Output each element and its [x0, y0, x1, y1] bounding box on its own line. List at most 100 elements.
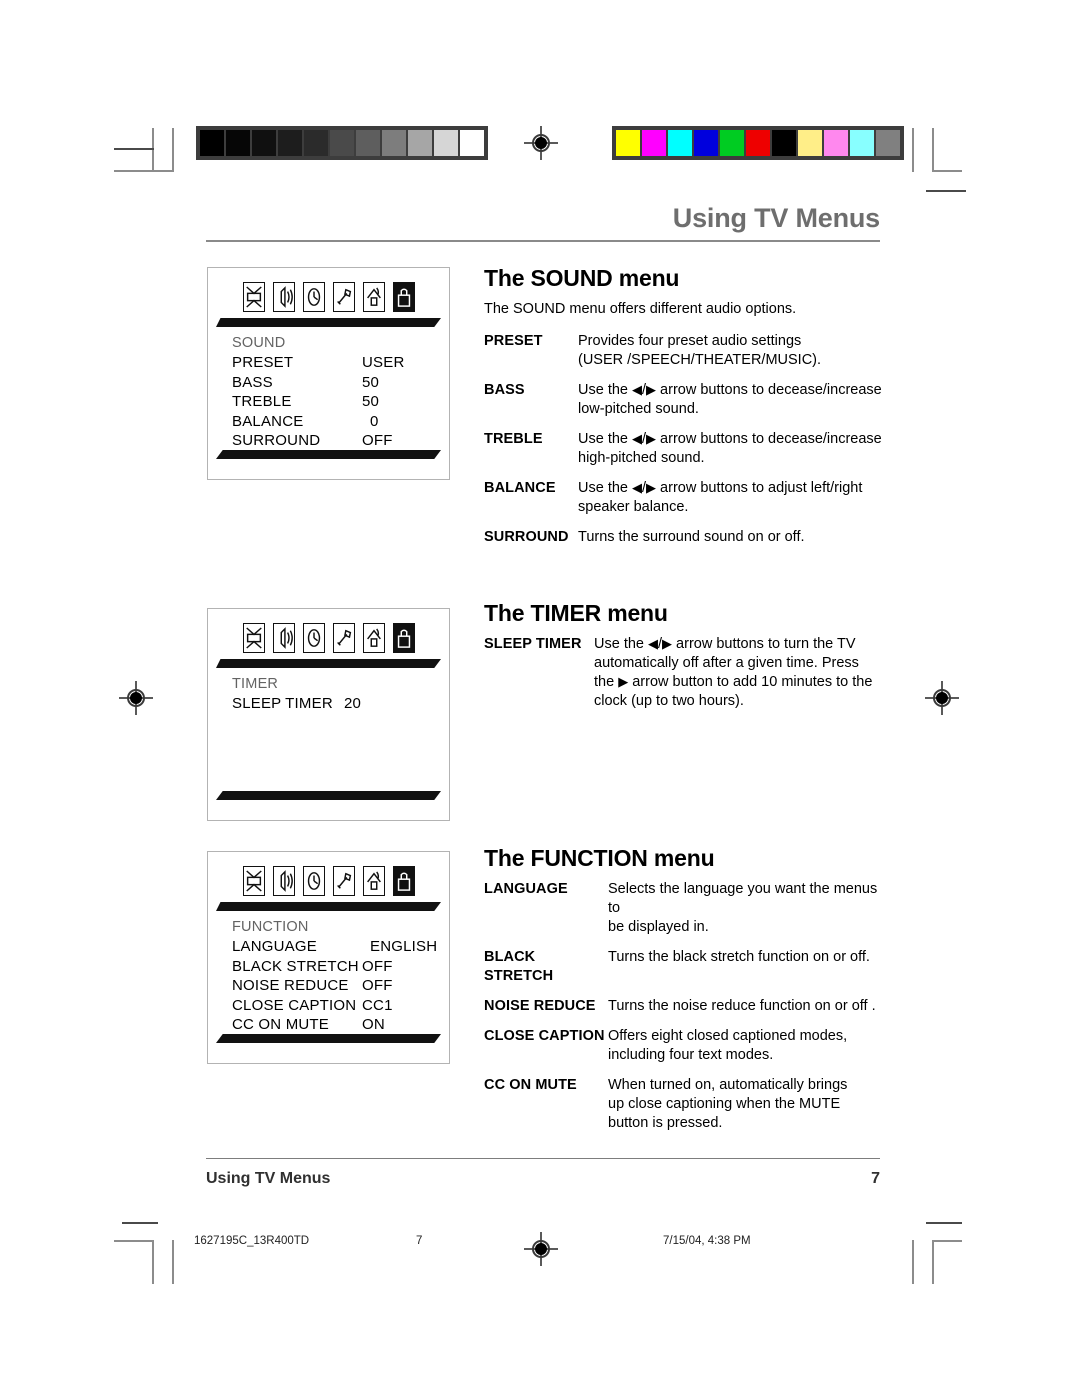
timer-clock-icon[interactable]	[302, 866, 325, 896]
arrow-right-icon: ▶	[662, 636, 673, 652]
calibration-swatch-9	[434, 130, 458, 156]
definition-prefix: Use the	[578, 382, 632, 399]
osd-row: PRESET USER	[232, 353, 449, 373]
definition-suffix: arrow buttons to turn the TV	[672, 636, 856, 653]
definition-line: low-pitched sound.	[578, 401, 699, 418]
footer-line: Using TV Menus 7	[206, 1170, 880, 1188]
osd-row: SURROUND OFF	[232, 431, 449, 451]
calibration-swatch-6	[772, 130, 796, 156]
calibration-swatch-8	[824, 130, 848, 156]
function-description: The FUNCTION menu LANGUAGE Selects the l…	[484, 845, 884, 1144]
definition-text: Provides four preset audio settings (USE…	[578, 332, 884, 370]
sound-osd-list: SOUND PRESET USER BASS 50 TREBLE 50 BALANCE…	[208, 327, 449, 451]
calibration-swatch-6	[356, 130, 380, 156]
definition-term: CC ON MUTE	[484, 1077, 577, 1094]
definition-item: BLACK STRETCH Turns the black stretch fu…	[484, 948, 884, 986]
definition-item: SLEEP TIMER Use the ◀/▶ arrow buttons to…	[484, 635, 884, 711]
definition-line: high-pitched sound.	[578, 450, 705, 467]
calibration-swatch-10	[876, 130, 900, 156]
osd-row: CC ON MUTE ON	[232, 1015, 449, 1035]
osd-row-value: CC1	[362, 996, 393, 1014]
crop-mark-bottom-right-bar	[926, 1222, 962, 1224]
osd-row-value: USER	[362, 354, 405, 371]
definition-item: SURROUND Turns the surround sound on or …	[484, 528, 884, 547]
definition-line: (USER /SPEECH/THEATER/MUSIC).	[578, 352, 822, 369]
osd-bottom-bar	[216, 450, 441, 459]
definition-item: CLOSE CAPTION Offers eight closed captio…	[484, 1027, 884, 1065]
calibration-swatch-7	[382, 130, 406, 156]
sound-speaker-icon[interactable]	[272, 623, 295, 653]
timer-clock-icon[interactable]	[302, 282, 325, 312]
channel-antenna-icon[interactable]	[362, 282, 385, 312]
sound-speaker-icon[interactable]	[272, 866, 295, 896]
definition-text: Use the ◀/▶ arrow buttons to turn the TV…	[594, 635, 884, 711]
function-heading: The FUNCTION menu	[484, 845, 715, 871]
calibration-swatch-1	[226, 130, 250, 156]
grayscale-calibration-bar	[196, 126, 488, 160]
osd-row-label: PRESET	[232, 354, 294, 371]
channel-antenna-icon[interactable]	[362, 623, 385, 653]
page-header: Using TV Menus	[206, 205, 880, 242]
arrow-right-icon: ▶	[646, 431, 657, 447]
arrow-left-icon: ◀	[648, 636, 658, 652]
calibration-swatch-0	[200, 130, 224, 156]
calibration-swatch-4	[720, 130, 744, 156]
timer-description: The TIMER menu SLEEP TIMER Use the ◀/▶ a…	[484, 600, 884, 722]
print-doc-id: 1627195C_13R400TD	[194, 1235, 310, 1247]
osd-row: BLACK STRETCH OFF	[232, 957, 449, 977]
channel-antenna-icon[interactable]	[362, 866, 385, 896]
crop-mark-bottom-left-bar	[122, 1222, 158, 1224]
timer-clock-icon[interactable]	[302, 623, 325, 653]
osd-row: TREBLE 50	[232, 392, 449, 412]
setup-wrench-icon[interactable]	[332, 623, 355, 653]
setup-wrench-icon[interactable]	[332, 282, 355, 312]
picture-tv-icon[interactable]	[242, 623, 265, 653]
osd-row-label: SLEEP TIMER	[232, 695, 333, 712]
definition-line: Use the ◀/▶ arrow buttons to turn the TV	[594, 636, 856, 652]
timer-osd-preview: TIMER SLEEP TIMER 20	[207, 608, 450, 821]
registration-mark-top-center	[524, 126, 558, 160]
osd-row-label: SURROUND	[232, 432, 321, 449]
picture-tv-icon[interactable]	[242, 282, 265, 312]
osd-row-value: 20	[344, 695, 362, 712]
definition-line: Use the ◀/▶ arrow buttons to adjust left…	[578, 480, 862, 496]
picture-tv-icon[interactable]	[242, 866, 265, 896]
definition-line: Offers eight closed captioned modes,	[608, 1028, 848, 1045]
timer-heading: The TIMER menu	[484, 600, 668, 626]
page-number: 7	[871, 1170, 880, 1187]
function-osd-list: FUNCTION LANGUAGE ENGLISH BLACK STRETCH OF…	[208, 911, 449, 1035]
definition-line: be displayed in.	[608, 919, 709, 936]
definition-suffix: arrow buttons to adjust left/right	[656, 480, 863, 497]
definition-text: Use the ◀/▶ arrow buttons to decease/inc…	[578, 381, 884, 419]
definition-line: Provides four preset audio settings	[578, 333, 802, 350]
crop-mark-top-left-horizontal	[114, 170, 174, 172]
sound-speaker-icon[interactable]	[272, 282, 295, 312]
function-lock-icon[interactable]	[392, 282, 415, 312]
definition-prefix: Use the	[594, 636, 648, 653]
arrow-left-icon: ◀	[632, 431, 642, 447]
osd-row-label: CC ON MUTE	[232, 1016, 329, 1033]
definition-item: BALANCE Use the ◀/▶ arrow buttons to adj…	[484, 479, 884, 517]
definition-term: PRESET	[484, 333, 543, 350]
registration-mark-left-center	[119, 681, 153, 715]
function-lock-icon[interactable]	[392, 866, 415, 896]
definition-term: NOISE REDUCE	[484, 998, 596, 1015]
osd-bottom-bar	[216, 791, 441, 800]
osd-row-label: BASS	[232, 373, 273, 391]
definition-text: Turns the noise reduce function on or of…	[608, 998, 876, 1015]
function-lock-icon[interactable]	[392, 623, 415, 653]
definition-item: PRESET Provides four preset audio settin…	[484, 332, 884, 370]
definition-line: Selects the language you want the menus …	[608, 881, 878, 917]
sound-description: The SOUND menu The SOUND menu offers dif…	[484, 265, 884, 558]
footer-section-title: Using TV Menus	[206, 1170, 331, 1187]
definition-line: including four text modes.	[608, 1047, 774, 1064]
crop-mark-top-left-inner	[152, 128, 154, 172]
osd-row-value: 0	[370, 412, 379, 430]
definition-item: CC ON MUTE When turned on, automatically…	[484, 1076, 884, 1133]
setup-wrench-icon[interactable]	[332, 866, 355, 896]
osd-row: BASS 50	[232, 373, 449, 393]
calibration-swatch-3	[278, 130, 302, 156]
definition-prefix: Use the	[578, 480, 632, 497]
footer-divider	[206, 1158, 880, 1159]
definition-line: speaker balance.	[578, 499, 689, 516]
